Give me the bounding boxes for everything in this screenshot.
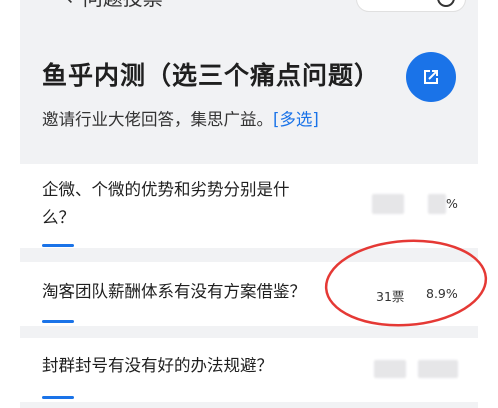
- red-circle-annotation: [324, 239, 488, 327]
- poll-option[interactable]: 封群封号有没有好的办法规避？: [20, 338, 478, 402]
- option-progress-bar: [42, 320, 74, 323]
- top-bar: ←问题投票: [20, 0, 478, 12]
- blurred-percent: [428, 194, 446, 214]
- option-text: 封群封号有没有好的办法规避？: [42, 356, 273, 375]
- vote-page: ←问题投票 鱼乎内测（选三个痛点问题） 邀请行业大佬回答，集思广益。[多选] 企…: [20, 0, 478, 408]
- poll-title: 鱼乎内测（选三个痛点问题）: [42, 61, 381, 90]
- poll-header: 鱼乎内测（选三个痛点问题） 邀请行业大佬回答，集思广益。[多选]: [20, 30, 478, 160]
- option-text: 企微、个微的优势和劣势分别是什么？: [42, 180, 290, 227]
- top-bar-actions[interactable]: [356, 0, 466, 12]
- option-progress-bar: [42, 244, 74, 247]
- poll-description: 邀请行业大佬回答，集思广益。: [42, 110, 273, 129]
- open-external-icon: [424, 70, 438, 84]
- option-progress-bar: [42, 396, 74, 399]
- share-button[interactable]: [406, 52, 456, 102]
- close-icon[interactable]: [437, 0, 455, 7]
- poll-subtitle: 邀请行业大佬回答，集思广益。[多选]: [42, 106, 319, 130]
- blurred-votes: [374, 360, 406, 378]
- option-text: 淘客团队薪酬体系有没有方案借鉴？: [42, 282, 306, 301]
- multi-select-tag: [多选]: [273, 110, 319, 129]
- top-bar-title: ←问题投票: [66, 0, 163, 12]
- blurred-votes: [372, 194, 404, 214]
- option-percent: %: [446, 196, 458, 211]
- blurred-percent: [418, 360, 458, 378]
